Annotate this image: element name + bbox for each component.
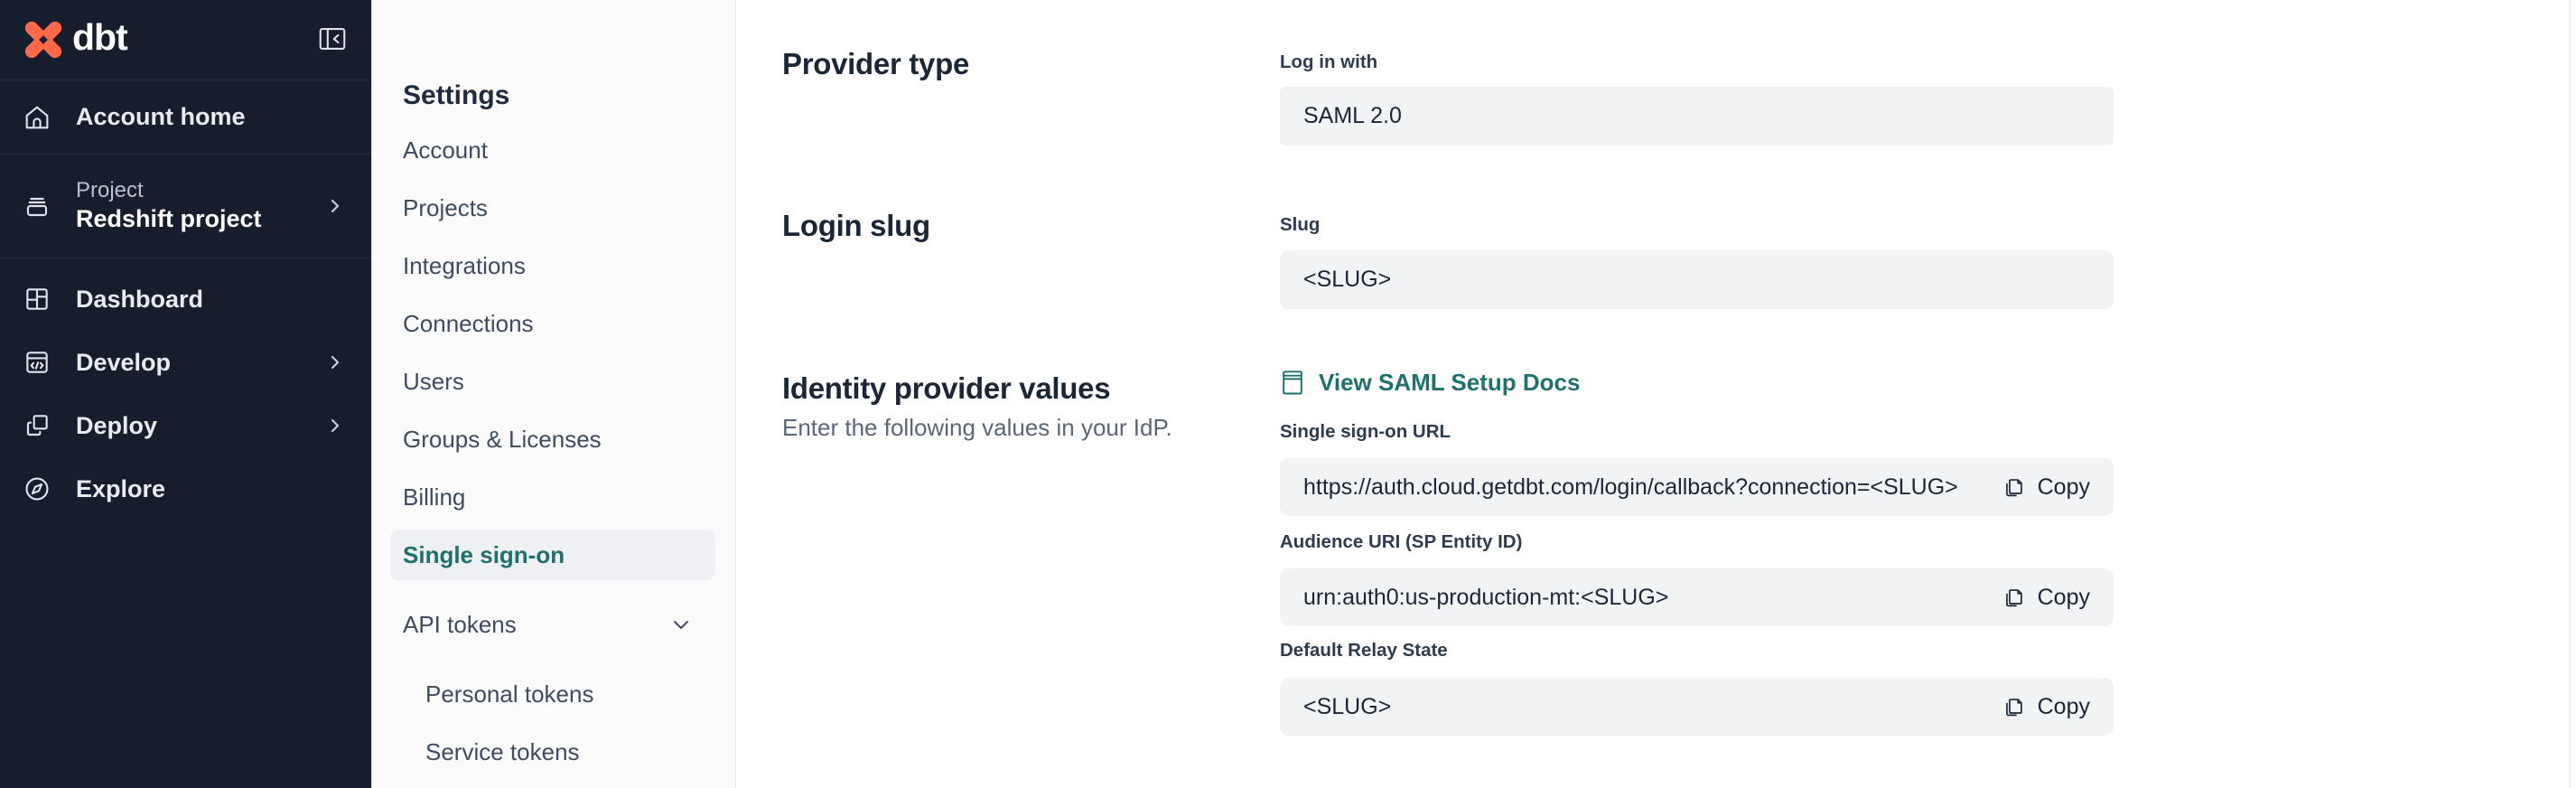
chevron-right-icon bbox=[326, 197, 344, 215]
compass-icon bbox=[23, 474, 51, 503]
chevron-right-icon bbox=[326, 353, 344, 371]
dashboard-icon bbox=[23, 285, 51, 314]
copy-icon bbox=[2002, 475, 2026, 500]
collapse-sidebar-button[interactable] bbox=[317, 26, 348, 53]
default-relay-state-field[interactable]: <SLUG> Copy bbox=[1280, 678, 2114, 736]
sso-url-field[interactable]: https://auth.cloud.getdbt.com/login/call… bbox=[1280, 458, 2114, 516]
settings-item-users[interactable]: Users bbox=[372, 352, 735, 410]
login-with-label: Log in with bbox=[1280, 52, 1377, 73]
copy-audience-uri-button[interactable]: Copy bbox=[2002, 585, 2090, 611]
settings-subitem-personal-tokens[interactable]: Personal tokens bbox=[372, 665, 735, 723]
login-with-input[interactable]: SAML 2.0 bbox=[1280, 87, 2114, 145]
settings-item-billing[interactable]: Billing bbox=[372, 468, 735, 526]
slug-label: Slug bbox=[1280, 214, 1320, 236]
sidebar-item-account-home[interactable]: Account home bbox=[0, 80, 371, 155]
settings-item-integrations[interactable]: Integrations bbox=[372, 237, 735, 295]
settings-item-connections[interactable]: Connections bbox=[372, 295, 735, 352]
audience-uri-field[interactable]: urn:auth0:us-production-mt:<SLUG> Copy bbox=[1280, 568, 2114, 626]
settings-nav: Settings Account Projects Integrations C… bbox=[371, 0, 736, 788]
settings-subitem-service-tokens[interactable]: Service tokens bbox=[372, 723, 735, 781]
slug-input[interactable]: <SLUG> bbox=[1280, 250, 2114, 309]
default-relay-state-value: <SLUG> bbox=[1303, 694, 2002, 720]
settings-item-single-sign-on[interactable]: Single sign-on bbox=[390, 530, 715, 580]
sidebar-item-dashboard[interactable]: Dashboard bbox=[0, 267, 371, 331]
settings-item-account[interactable]: Account bbox=[372, 121, 735, 179]
copy-icon bbox=[2002, 586, 2026, 610]
chevron-right-icon bbox=[326, 417, 344, 435]
login-with-value: SAML 2.0 bbox=[1303, 103, 2090, 129]
sidebar-item-develop[interactable]: Develop bbox=[0, 331, 371, 394]
login-slug-heading: Login slug bbox=[782, 209, 930, 243]
sidebar-item-deploy[interactable]: Deploy bbox=[0, 394, 371, 457]
home-icon bbox=[23, 103, 51, 132]
view-saml-setup-docs-link[interactable]: View SAML Setup Docs bbox=[1280, 369, 1580, 397]
sidebar-nav-group: Dashboard Develop bbox=[0, 258, 371, 521]
panel-collapse-icon bbox=[319, 27, 346, 53]
idp-values-heading: Identity provider values bbox=[782, 371, 1110, 406]
chevron-down-icon bbox=[670, 614, 692, 635]
sidebar-item-label: Develop bbox=[76, 349, 171, 377]
idp-values-subheading: Enter the following values in your IdP. bbox=[782, 414, 1172, 442]
provider-type-heading: Provider type bbox=[782, 47, 969, 81]
settings-item-label: API tokens bbox=[403, 611, 517, 639]
sidebar-item-label: Deploy bbox=[76, 412, 157, 440]
app-sidebar: dbt Account home bbox=[0, 0, 371, 788]
document-icon bbox=[1280, 370, 1305, 397]
settings-item-api-tokens[interactable]: API tokens bbox=[372, 596, 735, 653]
settings-item-projects[interactable]: Projects bbox=[372, 179, 735, 237]
copy-button-label: Copy bbox=[2038, 694, 2090, 720]
copy-relay-state-button[interactable]: Copy bbox=[2002, 694, 2090, 720]
audience-uri-label: Audience URI (SP Entity ID) bbox=[1280, 531, 1522, 553]
logo-row: dbt bbox=[0, 0, 371, 80]
deploy-icon bbox=[23, 411, 51, 440]
dbt-logo-icon bbox=[23, 19, 64, 61]
sidebar-item-explore[interactable]: Explore bbox=[0, 457, 371, 521]
copy-icon bbox=[2002, 695, 2026, 719]
settings-nav-list: Account Projects Integrations Connection… bbox=[372, 121, 735, 781]
default-relay-state-label: Default Relay State bbox=[1280, 640, 1448, 661]
sidebar-item-label: Dashboard bbox=[76, 286, 203, 314]
settings-title: Settings bbox=[403, 76, 735, 116]
copy-sso-url-button[interactable]: Copy bbox=[2002, 474, 2090, 501]
project-eyebrow: Project bbox=[76, 177, 262, 204]
sidebar-item-label: Explore bbox=[76, 475, 165, 503]
copy-button-label: Copy bbox=[2038, 585, 2090, 611]
project-name: Redshift project bbox=[76, 204, 262, 235]
dbt-logo-text: dbt bbox=[72, 19, 127, 61]
project-icon bbox=[23, 192, 51, 220]
settings-item-groups-licenses[interactable]: Groups & Licenses bbox=[372, 410, 735, 468]
project-text: Project Redshift project bbox=[76, 177, 262, 235]
copy-button-label: Copy bbox=[2038, 474, 2090, 501]
sso-url-value: https://auth.cloud.getdbt.com/login/call… bbox=[1303, 474, 2002, 501]
main-content: Provider type Log in with SAML 2.0 Login… bbox=[736, 0, 2576, 788]
audience-uri-value: urn:auth0:us-production-mt:<SLUG> bbox=[1303, 585, 2002, 611]
sso-url-label: Single sign-on URL bbox=[1280, 421, 1451, 443]
slug-value: <SLUG> bbox=[1303, 267, 2090, 293]
docs-link-label: View SAML Setup Docs bbox=[1319, 369, 1580, 397]
sidebar-item-project[interactable]: Project Redshift project bbox=[0, 155, 371, 258]
sidebar-item-label: Account home bbox=[76, 103, 246, 131]
code-editor-icon bbox=[23, 348, 51, 377]
